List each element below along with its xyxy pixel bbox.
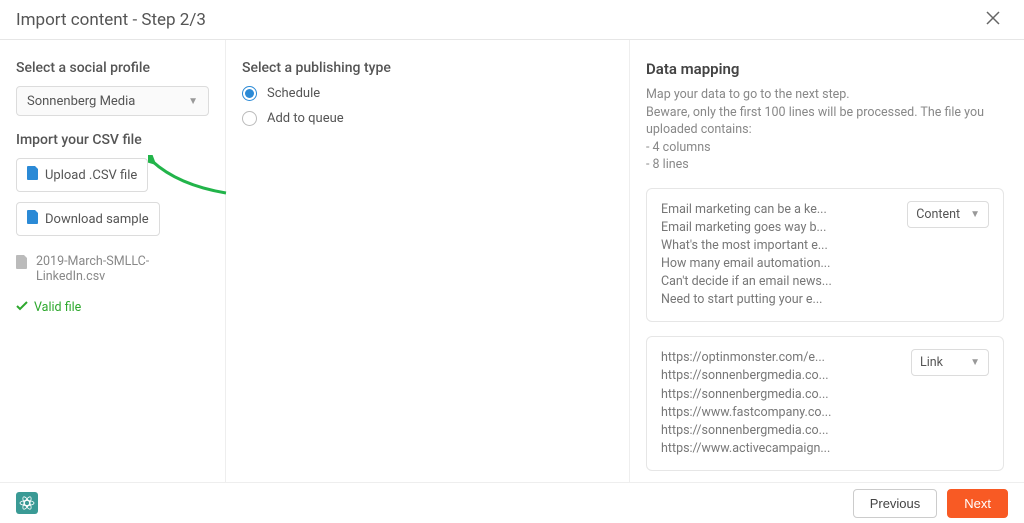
upload-csv-button[interactable]: Upload .CSV file xyxy=(16,158,148,192)
mapping-desc-cols: - 4 columns xyxy=(646,139,1004,157)
mapping-select[interactable]: Content ▼ xyxy=(907,201,989,228)
sample-line: https://sonnenbergmedia.co... xyxy=(661,386,899,404)
mapping-card: https://optinmonster.com/e...https://son… xyxy=(646,336,1004,471)
chevron-down-icon: ▼ xyxy=(970,209,980,220)
mapping-desc: Map your data to go to the next step. Be… xyxy=(646,86,1004,174)
chevron-down-icon: ▼ xyxy=(970,357,980,368)
mapping-card: Email marketing can be a ke...Email mark… xyxy=(646,188,1004,323)
app-icon[interactable] xyxy=(16,492,38,514)
download-icon xyxy=(27,210,39,228)
mapping-select-label: Content xyxy=(916,207,960,222)
mapping-select-col: Link ▼ xyxy=(911,349,989,376)
download-sample-label: Download sample xyxy=(45,212,149,227)
valid-file-row: Valid file xyxy=(16,300,209,315)
close-icon[interactable] xyxy=(978,5,1008,34)
sample-line: Email marketing can be a ke... xyxy=(661,201,895,219)
mapping-select[interactable]: Link ▼ xyxy=(911,349,989,376)
main-content: Select a social profile Sonnenberg Media… xyxy=(0,40,1024,482)
footer: Previous Next xyxy=(0,482,1024,523)
middle-panel: Select a publishing type Schedule Add to… xyxy=(226,40,630,482)
right-panel: Data mapping Map your data to go to the … xyxy=(630,40,1024,482)
sample-line: Can't decide if an email news... xyxy=(661,273,895,291)
mapping-cards: Email marketing can be a ke...Email mark… xyxy=(646,188,1004,483)
profile-select-value: Sonnenberg Media xyxy=(27,94,135,109)
mapping-title: Data mapping xyxy=(646,60,1004,78)
mapping-select-label: Link xyxy=(920,355,943,370)
previous-button[interactable]: Previous xyxy=(853,489,938,518)
mapping-select-col: Content ▼ xyxy=(907,201,989,228)
footer-right: Previous Next xyxy=(853,489,1008,518)
sample-line: https://sonnenbergmedia.co... xyxy=(661,367,899,385)
upload-csv-label: Upload .CSV file xyxy=(45,168,137,183)
document-icon xyxy=(16,255,28,273)
file-icon xyxy=(27,166,39,184)
footer-left xyxy=(16,492,38,514)
chevron-down-icon: ▼ xyxy=(188,96,198,107)
check-icon xyxy=(16,300,28,315)
mapping-desc-line: Map your data to go to the next step. xyxy=(646,86,1004,104)
sample-line: https://www.activecampaign... xyxy=(661,440,899,458)
dialog-header: Import content - Step 2/3 xyxy=(0,0,1024,40)
mapping-desc-lines: - 8 lines xyxy=(646,156,1004,174)
dialog-title: Import content - Step 2/3 xyxy=(16,10,206,30)
mapping-samples: https://optinmonster.com/e...https://son… xyxy=(661,349,899,458)
profile-label: Select a social profile xyxy=(16,60,209,76)
radio-icon xyxy=(242,86,257,101)
import-label: Import your CSV file xyxy=(16,132,209,148)
left-panel: Select a social profile Sonnenberg Media… xyxy=(0,40,226,482)
sample-line: What's the most important e... xyxy=(661,237,895,255)
sample-line: Email marketing goes way b... xyxy=(661,219,895,237)
next-button[interactable]: Next xyxy=(947,489,1008,518)
sample-line: Need to start putting your e... xyxy=(661,291,895,309)
uploaded-file-name: 2019-March-SMLLC-LinkedIn.csv xyxy=(36,254,209,284)
radio-add-to-queue[interactable]: Add to queue xyxy=(242,111,613,126)
sample-line: How many email automation... xyxy=(661,255,895,273)
pubtype-label: Select a publishing type xyxy=(242,60,613,76)
mapping-desc-line: Beware, only the first 100 lines will be… xyxy=(646,104,1004,139)
sample-line: https://optinmonster.com/e... xyxy=(661,349,899,367)
radio-icon xyxy=(242,111,257,126)
radio-addqueue-label: Add to queue xyxy=(267,111,344,126)
profile-select[interactable]: Sonnenberg Media ▼ xyxy=(16,86,209,116)
uploaded-file-row: 2019-March-SMLLC-LinkedIn.csv xyxy=(16,254,209,284)
radio-schedule-label: Schedule xyxy=(267,86,320,101)
sample-line: https://www.fastcompany.co... xyxy=(661,404,899,422)
mapping-samples: Email marketing can be a ke...Email mark… xyxy=(661,201,895,310)
download-sample-button[interactable]: Download sample xyxy=(16,202,160,236)
valid-file-text: Valid file xyxy=(34,300,81,315)
sample-line: https://sonnenbergmedia.co... xyxy=(661,422,899,440)
radio-schedule[interactable]: Schedule xyxy=(242,86,613,101)
